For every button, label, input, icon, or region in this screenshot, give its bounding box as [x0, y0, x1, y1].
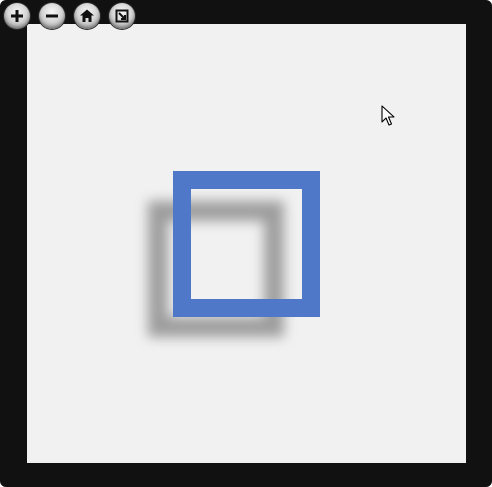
zoom-in-icon: [11, 10, 23, 22]
image-canvas[interactable]: [27, 24, 466, 463]
home-icon: [80, 9, 94, 22]
home-button[interactable]: [74, 3, 100, 29]
blue-square-outline: [173, 171, 320, 317]
viewer-toolbar: [4, 3, 135, 29]
zoom-out-button[interactable]: [39, 3, 65, 29]
mouse-cursor-icon: [381, 105, 395, 126]
fullscreen-button[interactable]: [109, 3, 135, 29]
zoom-in-button[interactable]: [4, 3, 30, 29]
fullscreen-icon: [115, 9, 129, 23]
zoom-out-icon: [46, 14, 58, 18]
image-viewer-frame: [0, 0, 492, 487]
